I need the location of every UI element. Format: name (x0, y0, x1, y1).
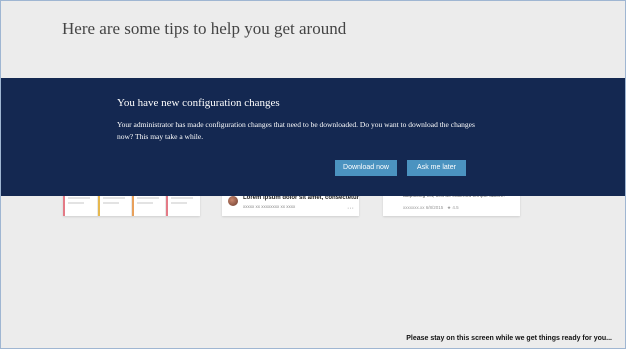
placeholder-line (171, 197, 193, 199)
review-date: xxxxxxx.xx 6/8/2015 (403, 205, 444, 210)
more-icon: ··· (347, 205, 354, 212)
placeholder-line (171, 202, 187, 204)
placeholder-line (137, 202, 153, 204)
placeholder-line (137, 197, 159, 199)
placeholder-line (103, 202, 119, 204)
dialog-message: Your administrator has made configuratio… (117, 120, 475, 141)
page-title: Here are some tips to help you get aroun… (62, 19, 347, 38)
avatar (228, 196, 238, 206)
ask-me-later-button[interactable]: Ask me later (407, 160, 466, 176)
star-icon: ★ (444, 205, 452, 210)
review-meta: xxxxxxx.xx 6/8/2015 ★ 4.5 (403, 205, 459, 211)
status-message: Please stay on this screen while we get … (406, 335, 612, 342)
config-changes-banner: You have new configuration changes Your … (1, 78, 625, 196)
placeholder-line (68, 202, 84, 204)
placeholder-line (103, 197, 125, 199)
app-frame: Here are some tips to help you get aroun… (0, 0, 626, 349)
download-now-button[interactable]: Download now (335, 160, 397, 176)
dialog-title: You have new configuration changes (117, 97, 280, 109)
post-meta: xxxxx xx xxxxxxxx xx xxxx (243, 204, 296, 209)
review-rating: 4.5 (452, 205, 459, 210)
placeholder-line (68, 197, 90, 199)
